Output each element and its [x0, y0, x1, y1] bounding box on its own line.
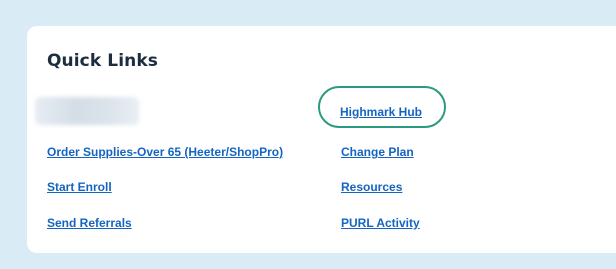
blurred-link-placeholder: [35, 97, 139, 125]
purl-activity-link[interactable]: PURL Activity: [341, 216, 420, 230]
change-plan-link[interactable]: Change Plan: [341, 145, 414, 159]
start-enroll-link[interactable]: Start Enroll: [47, 180, 112, 194]
highmark-hub-link[interactable]: Highmark Hub: [340, 105, 422, 119]
order-supplies-link[interactable]: Order Supplies-Over 65 (Heeter/ShopPro): [47, 145, 283, 159]
quick-links-card: Quick Links Highmark Hub Order Supplies-…: [27, 26, 616, 253]
quick-links-title: Quick Links: [47, 51, 158, 71]
resources-link[interactable]: Resources: [341, 180, 402, 194]
send-referrals-link[interactable]: Send Referrals: [47, 216, 132, 230]
